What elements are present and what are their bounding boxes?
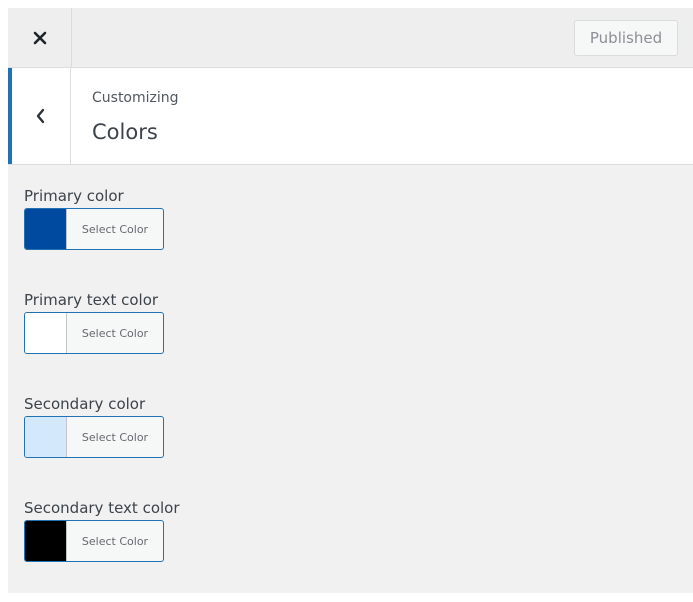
control-label: Primary text color: [24, 291, 159, 309]
control-label: Secondary color: [24, 395, 146, 413]
breadcrumb: Customizing: [92, 90, 179, 106]
select-color-button[interactable]: Select Color: [24, 208, 164, 250]
select-color-button[interactable]: Select Color: [24, 416, 164, 458]
color-swatch: [25, 417, 67, 457]
customizer-panel: Published Customizing Colors Primary col…: [8, 8, 693, 593]
control-label: Primary color: [24, 187, 124, 205]
published-button[interactable]: Published: [574, 20, 678, 56]
control-primary-text-color: Primary text color Select Color: [24, 290, 684, 394]
back-button[interactable]: [8, 68, 71, 164]
color-swatch: [25, 521, 67, 561]
section-header: Customizing Colors: [8, 68, 693, 165]
color-swatch: [25, 313, 67, 353]
color-swatch: [25, 209, 67, 249]
close-icon: [33, 31, 46, 44]
control-primary-color: Primary color Select Color: [24, 186, 684, 290]
control-secondary-color: Secondary color Select Color: [24, 394, 684, 498]
select-color-label: Select Color: [81, 534, 149, 548]
close-button[interactable]: [8, 8, 72, 67]
select-color-button[interactable]: Select Color: [24, 520, 164, 562]
select-color-label: Select Color: [81, 430, 149, 444]
select-color-label: Select Color: [81, 326, 149, 340]
control-label: Secondary text color: [24, 499, 180, 517]
select-color-label: Select Color: [81, 222, 149, 236]
chevron-left-icon: [36, 108, 45, 124]
control-secondary-text-color: Secondary text color Select Color: [24, 498, 684, 602]
select-color-button[interactable]: Select Color: [24, 312, 164, 354]
customizer-header: Published: [8, 8, 693, 68]
color-controls: Primary color Select Color Primary text …: [24, 186, 684, 602]
section-title: Colors: [92, 120, 158, 144]
